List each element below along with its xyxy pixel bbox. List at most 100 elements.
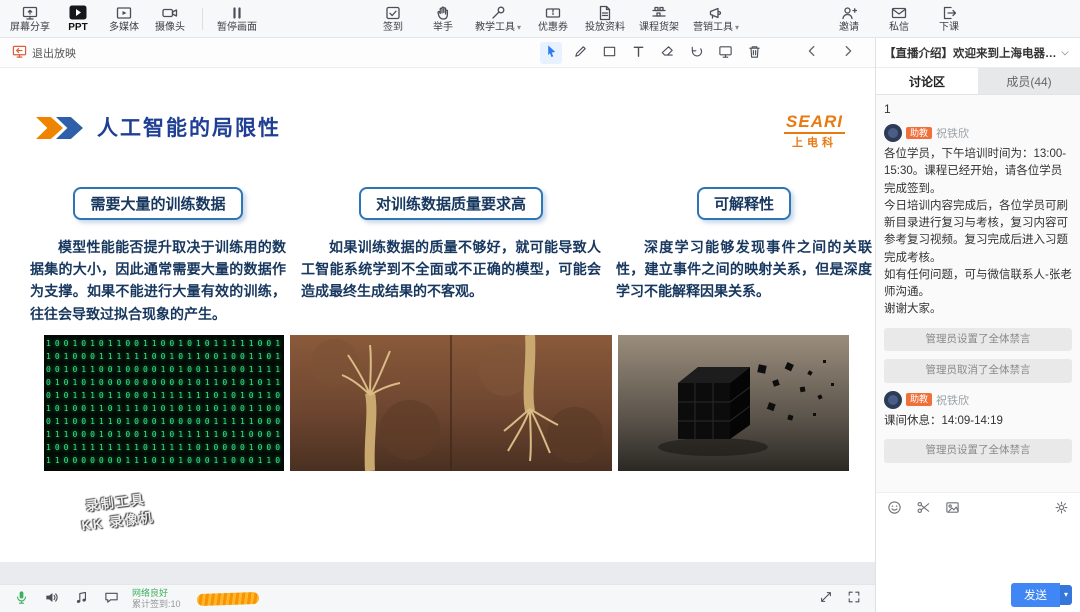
toolbar-item-materials[interactable]: 投放资料 [585, 5, 625, 33]
clear-annotations-button[interactable] [743, 42, 765, 64]
cube-disintegrating-image [618, 335, 849, 471]
resize-button[interactable] [817, 590, 835, 608]
toolbar-label: 私信 [889, 23, 909, 33]
toolbar-label: 营销工具 ▾ [693, 23, 739, 33]
chat-status-button[interactable] [102, 590, 120, 608]
slide-navigation [801, 42, 859, 64]
annotation-tools [540, 42, 765, 64]
title-chevrons-icon [36, 117, 83, 139]
network-status: 网络良好 [132, 588, 181, 598]
send-button[interactable]: 发送 [1011, 583, 1060, 607]
toolbar-label: PPT [68, 23, 87, 33]
slide-title: 人工智能的局限性 [97, 112, 281, 142]
prev-slide-icon [805, 44, 819, 61]
microphone-button[interactable] [12, 590, 30, 608]
cursor-tool-button[interactable] [540, 42, 562, 64]
rectangle-tool-button[interactable] [598, 42, 620, 64]
top-toolbar: 屏幕分享 PPT 多媒体 摄像头 暂停画面 签到 举手 教学工具 ▾ 优惠券 投… [0, 0, 1080, 38]
toolbar-item-course-shelf[interactable]: 课程货架 [639, 5, 679, 33]
screen-annotate-tool-button[interactable] [714, 42, 736, 64]
matrix-glyphs: 1001010110011001010111110011 10100011111… [46, 337, 282, 469]
chat-input[interactable] [884, 526, 1072, 574]
speaker-button[interactable] [42, 590, 60, 608]
toolbar-item-teaching-tools[interactable]: 教学工具 ▾ [475, 5, 521, 33]
avatar[interactable] [884, 391, 902, 409]
ppt-slide[interactable]: 人工智能的局限性 SEARI 上电科 需要大量的训练数据 对训练数据质量要求高 … [0, 68, 875, 562]
toolbar-item-checkin[interactable]: 签到 [375, 5, 411, 33]
checkin-icon [385, 5, 401, 21]
pen-tool-button[interactable] [569, 42, 591, 64]
toolbar-label: 屏幕分享 [10, 23, 50, 33]
background-music-button[interactable] [72, 590, 90, 608]
chat-settings-button[interactable] [1053, 499, 1070, 516]
text-icon [631, 44, 646, 62]
next-slide-button[interactable] [837, 42, 859, 64]
image-button[interactable] [944, 499, 961, 516]
toolbar-item-pause-screen[interactable]: 暂停画面 [217, 5, 257, 33]
content-row: 退出放映 人工智能的局限性 SEARI 上电科 需要大量的训练数据 对训练数据质… [0, 38, 1080, 612]
chevron-down-icon[interactable] [1058, 48, 1072, 58]
chat-input-toolbar [876, 492, 1080, 522]
main-area: 退出放映 人工智能的局限性 SEARI 上电科 需要大量的训练数据 对训练数据质… [0, 38, 875, 612]
tab-members[interactable]: 成员(44) [978, 68, 1080, 94]
toolbar-item-ppt[interactable]: PPT [60, 5, 96, 33]
body-paragraph: 如果训练数据的质量不够好，就可能导致人工智能系统学到不全面或不正确的模型，可能会… [301, 236, 601, 324]
cursor-icon [544, 44, 559, 62]
send-options-button[interactable]: ▾ [1060, 585, 1072, 605]
toolbar-item-private-message[interactable]: 私信 [881, 5, 917, 33]
chat-sidebar: 【直播介绍】欢迎来到上海电器… 讨论区 成员(44) 1 助教 祝铁欣 各位学员… [875, 38, 1080, 612]
heading-box: 对训练数据质量要求高 [359, 187, 543, 220]
toolbar-item-end-class[interactable]: 下课 [931, 5, 967, 33]
previous-slide-button[interactable] [801, 42, 823, 64]
fullscreen-icon [847, 590, 861, 607]
toolbar-source-group: 屏幕分享 PPT 多媒体 摄像头 暂停画面 [10, 5, 257, 33]
body-paragraph: 模型性能能否提升取决于训练用的数据集的大小，因此通常需要大量的数据作为支撑。如果… [30, 236, 286, 324]
resize-icon [819, 590, 833, 607]
text-tool-button[interactable] [627, 42, 649, 64]
live-intro-header[interactable]: 【直播介绍】欢迎来到上海电器… [876, 38, 1080, 68]
undo-tool-button[interactable] [685, 42, 707, 64]
toolbar-label: 摄像头 [155, 23, 185, 33]
exit-presentation-icon [12, 44, 27, 62]
logo-sub-text: 上电科 [784, 137, 845, 150]
toolbar-item-invite[interactable]: 邀请 [831, 5, 867, 33]
chat-bubble-icon [104, 590, 119, 608]
toolbar-divider [202, 8, 203, 30]
heading-box: 需要大量的训练数据 [73, 187, 242, 220]
exit-presentation-button[interactable]: 退出放映 [12, 44, 76, 62]
toolbar-item-raise-hand[interactable]: 举手 [425, 5, 461, 33]
status-block: 网络良好 累计签到:10 [132, 588, 181, 609]
toolbar-item-coupon[interactable]: 优惠券 [535, 5, 571, 33]
invite-icon [841, 5, 857, 21]
speaker-icon [44, 590, 59, 608]
avatar[interactable] [884, 124, 902, 142]
fullscreen-button[interactable] [845, 590, 863, 608]
screenshot-button[interactable] [915, 499, 932, 516]
marketing-tools-icon [708, 5, 724, 21]
recorder-watermark: 录制工具 KK 录像机 [78, 488, 155, 535]
rope-breaking-image [290, 335, 612, 471]
tab-discussion[interactable]: 讨论区 [876, 68, 978, 94]
rectangle-icon [602, 44, 617, 62]
screen-annotate-icon [718, 44, 733, 62]
toolbar-item-multimedia[interactable]: 多媒体 [106, 5, 142, 33]
ppt-icon [69, 5, 87, 21]
eraser-icon [660, 44, 675, 62]
chat-message: 助教 祝铁欣 各位学员，下午培训时间为：13:00-15:30。课程已经开始，请… [884, 124, 1072, 319]
toolbar-session-group: 邀请 私信 下课 [831, 5, 967, 33]
seari-logo: SEARI 上电科 [784, 112, 845, 149]
chat-message-list[interactable]: 1 助教 祝铁欣 各位学员，下午培训时间为：13:00-15:30。课程已经开始… [876, 95, 1080, 492]
heading-boxes-row: 需要大量的训练数据 对训练数据质量要求高 可解释性 [0, 187, 875, 220]
live-intro-title: 【直播介绍】欢迎来到上海电器… [884, 45, 1058, 61]
slide-area: 人工智能的局限性 SEARI 上电科 需要大量的训练数据 对训练数据质量要求高 … [0, 68, 875, 584]
chat-send-row: 发送 ▾ [876, 578, 1080, 612]
music-note-icon [74, 590, 89, 608]
toolbar-item-marketing-tools[interactable]: 营销工具 ▾ [693, 5, 739, 33]
eraser-tool-button[interactable] [656, 42, 678, 64]
toolbar-label: 投放资料 [585, 23, 625, 33]
toolbar-item-screen-share[interactable]: 屏幕分享 [10, 5, 50, 33]
emoji-button[interactable] [886, 499, 903, 516]
toolbar-label: 下课 [939, 23, 959, 33]
toolbar-item-camera[interactable]: 摄像头 [152, 5, 188, 33]
exit-presentation-label: 退出放映 [32, 45, 76, 61]
